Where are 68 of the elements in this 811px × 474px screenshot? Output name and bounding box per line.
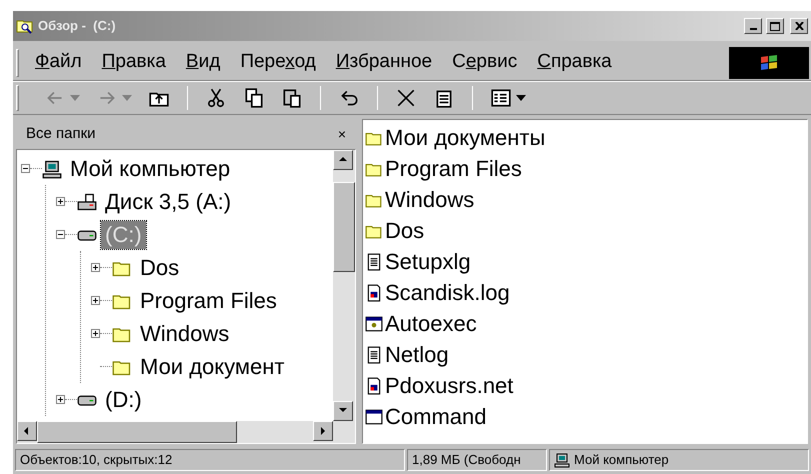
expand-icon[interactable] [91,296,100,305]
window-title: Обзор - (C:) [38,17,116,36]
status-text: Мой компьютер [574,451,669,470]
menu-item[interactable]: Сервис [452,48,518,77]
program-window-icon [365,314,383,332]
delete-icon [395,87,417,109]
collapse-icon[interactable] [56,230,65,239]
file-name[interactable]: Setupxlg [385,250,471,272]
file-name[interactable]: Program Files [385,158,522,180]
menu-item[interactable]: Переход [240,48,316,77]
vertical-scrollbar[interactable] [333,150,355,421]
expand-icon[interactable] [56,395,65,404]
scissors-icon [205,87,227,109]
status-text: 1,89 МБ (Свободн [407,449,547,471]
tree-item[interactable]: Диск 3,5 (A:) [101,188,236,216]
file-name[interactable]: Scandisk.log [385,282,510,304]
file-name[interactable]: Pdoxusrs.net [385,374,514,396]
scroll-down-button[interactable] [333,401,353,421]
file-name[interactable]: Dos [385,220,424,242]
scroll-up-button[interactable] [333,150,353,170]
list-view-icon [490,87,512,109]
menu-item[interactable]: Правка [102,48,166,77]
menu-item[interactable]: Избранное [336,48,432,77]
scroll-thumb[interactable] [333,182,355,272]
scroll-left-button[interactable] [17,421,37,441]
search-folder-icon [16,18,34,34]
file-name[interactable]: Command [385,406,486,428]
triangle-right-icon [318,426,328,436]
tree-item[interactable]: (D:) [101,386,146,414]
menu-item[interactable]: Справка [537,48,612,77]
text-file-icon [365,346,383,364]
file-name[interactable]: Мои документы [385,126,546,148]
caret-icon [70,94,80,102]
computer-icon [554,452,570,468]
pane-title: Все папки [26,124,96,144]
file-name[interactable]: Netlog [385,344,449,366]
dos-window-icon [365,408,383,426]
minimize-button[interactable] [744,18,762,34]
horizontal-scrollbar[interactable] [17,421,355,443]
scroll-right-button[interactable] [313,421,333,441]
status-text: Объектов:10, скрытых:12 [15,449,405,471]
document-image-icon [365,376,383,394]
collapse-icon[interactable] [21,164,30,173]
pane-close-button[interactable]: × [338,127,346,141]
expand-icon[interactable] [91,329,100,338]
expand-icon[interactable] [91,263,100,272]
menu-item[interactable]: Файл [35,48,82,77]
floppy-drive-icon [77,192,97,212]
document-image-icon [365,284,383,302]
maximize-button[interactable] [766,18,784,34]
tree-item[interactable]: Мой компьютер [66,154,234,182]
computer-icon [42,158,62,178]
tree-item[interactable]: Dos [136,254,184,282]
close-button[interactable] [790,18,808,34]
menu-item[interactable]: Вид [186,48,220,77]
file-name[interactable]: Windows [385,188,474,210]
file-name[interactable]: Autoexec [385,312,477,334]
text-file-icon [365,252,383,270]
expand-icon[interactable] [56,197,65,206]
tree-item[interactable]: Мои документ [136,352,288,380]
copy-icon [243,87,265,109]
caret-icon [516,94,526,102]
close-icon [794,22,804,30]
caret-icon [122,94,132,102]
paste-icon [281,87,303,109]
tree-item[interactable]: Windows [136,320,234,348]
scroll-thumb[interactable] [37,421,237,443]
tree-item[interactable]: Program Files [136,286,281,314]
